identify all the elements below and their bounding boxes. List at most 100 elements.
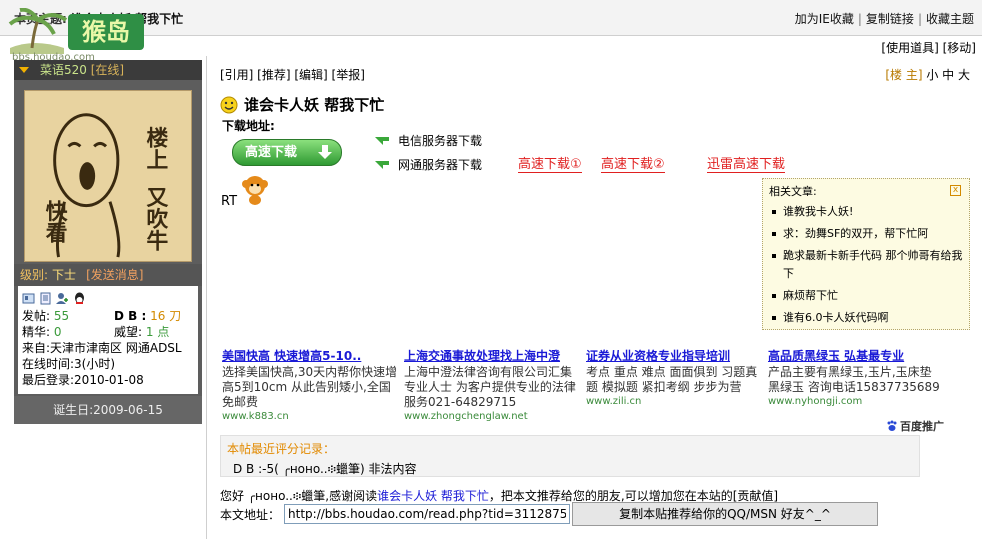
rating-record-box: 本帖最近评分记录： D B :-5( ╭нонo..፨蠟筆) 非法内容 (220, 435, 920, 477)
column-divider (206, 56, 207, 539)
download-label: 下载地址: (222, 119, 275, 133)
post-title: 谁会卡人妖 帮我下忙 (244, 96, 385, 114)
promo-suffix: ，把本文推荐给您的朋友,可以增加您在本站的[贡献值] (488, 489, 779, 503)
ad-title[interactable]: 上海交通事故处理找上海中澄 (404, 347, 580, 364)
avatar-text: 又吹牛 (143, 186, 168, 252)
font-size-links[interactable]: 小 中 大 (926, 68, 970, 82)
telecom-download-label: 电信服务器下载 (398, 134, 483, 148)
green-arrow-icon (375, 160, 389, 169)
copy-link[interactable]: 复制链接 (866, 12, 914, 26)
rank-bar: 级别: 下士 [发送消息] (14, 264, 202, 286)
ad-block[interactable]: 美国快高 快速增高5-10.. 选择美国快高,30天内帮你快速增高5到10cm … (222, 347, 398, 422)
db-value: 16 刀 (150, 309, 182, 323)
fast-download-2-link[interactable]: 高速下载② (601, 153, 665, 173)
elite-value: 0 (53, 325, 62, 339)
baidu-promotion[interactable]: 百度推广 (886, 418, 944, 434)
netcom-download-label: 网通服务器下载 (398, 158, 483, 172)
use-tool-link[interactable]: [使用道具] (881, 41, 938, 55)
rank-value: 下士 (52, 268, 77, 282)
rating-record: D B :-5( ╭нонo..፨蠟筆) 非法内容 (233, 462, 417, 476)
elite-row: 精华: 0 威望: 1 点 (22, 324, 194, 340)
post-actions[interactable]: [引用] [推荐] [编辑] [举报] (220, 66, 365, 83)
related-item[interactable]: 谁有6.0卡人妖代码啊 (769, 309, 963, 327)
avatar-text: 楼上 (143, 127, 168, 171)
prestige-value: 1 点 (145, 325, 170, 339)
floor-label: [楼 主] (885, 68, 923, 82)
prestige-label: 威望: (114, 325, 143, 339)
send-message-link[interactable]: [发送消息] (86, 268, 143, 282)
bookmark-topic-link[interactable]: 收藏主题 (926, 12, 974, 26)
separator: | (917, 12, 922, 26)
telecom-download-link[interactable]: 电信服务器下载 (374, 132, 482, 149)
ad-url[interactable]: www.nyhongji.com (768, 396, 940, 407)
related-item[interactable]: 求：劲舞SF的双开，帮下忙阿 (769, 225, 963, 243)
paw-icon (887, 420, 897, 431)
separator: | (857, 12, 862, 26)
share-url-label: 本文地址： (220, 507, 281, 522)
related-item[interactable]: 跪求最新卡新手代码 那个帅哥有给我下 (769, 247, 963, 283)
posts-label: 发帖: (22, 309, 51, 323)
smiley-icon (220, 96, 238, 114)
ad-title[interactable]: 高品质黑绿玉 弘基最专业 (768, 347, 940, 364)
brand-name: 猴岛 (68, 14, 144, 50)
profile-card-icon[interactable] (22, 292, 35, 305)
rating-label: 本帖最近评分记录： (227, 442, 336, 456)
dropdown-arrow-icon[interactable] (19, 67, 29, 73)
user-profile-panel: 菜语520 [在线] 楼上 又吹牛 快看 级别: 下士 [发送消息] 发帖: 55 D … (14, 60, 202, 424)
username[interactable]: 菜语520 (40, 63, 87, 77)
post-title-row: 谁会卡人妖 帮我下忙 (220, 94, 384, 115)
palm-tree-icon (8, 8, 68, 54)
ad-url[interactable]: www.k883.cn (222, 411, 398, 422)
qq-icon[interactable] (73, 292, 86, 305)
ad-block[interactable]: 高品质黑绿玉 弘基最专业 产品主要有黑绿玉,玉片,玉床垫 黑绿玉 咨询电话158… (768, 347, 940, 407)
netcom-download-link[interactable]: 网通服务器下载 (374, 156, 482, 173)
related-list: 谁教我卡人妖! 求：劲舞SF的双开，帮下忙阿 跪求最新卡新手代码 那个帅哥有给我… (769, 203, 963, 327)
floor-info: [楼 主] 小 中 大 (885, 66, 970, 83)
ad-title[interactable]: 美国快高 快速增高5-10.. (222, 347, 398, 364)
related-articles-box: 相关文章: x 谁教我卡人妖! 求：劲舞SF的双开，帮下忙阿 跪求最新卡新手代码… (762, 178, 970, 330)
post-body: RT (221, 194, 238, 209)
site-logo[interactable]: 猴岛 bbs.houdao.com (4, 2, 144, 63)
ad-body: 产品主要有黑绿玉,玉片,玉床垫 黑绿玉 咨询电话15837735689 (768, 365, 940, 394)
from-row: 来自:天津市津南区 网通ADSL (22, 341, 182, 355)
elite-label: 精华: (22, 325, 51, 339)
online-time-row: 在线时间:3(小时) (22, 357, 116, 371)
ad-block[interactable]: 上海交通事故处理找上海中澄 上海中澄法律咨询有限公司汇集专业人士 为客户提供专业… (404, 347, 580, 422)
ad-title[interactable]: 证券从业资格专业指导培训 (586, 347, 762, 364)
download-arrow-icon (318, 145, 332, 159)
share-url-input[interactable] (284, 504, 571, 524)
green-arrow-icon (375, 136, 389, 145)
ad-body: 选择美国快高,30天内帮你快速增高5到10cm 从此告别矮小,全国免邮费 (222, 365, 398, 409)
message-icon[interactable] (39, 292, 52, 305)
db-label: D B : (114, 309, 147, 323)
related-item[interactable]: 麻烦帮下忙 (769, 287, 963, 305)
move-link[interactable]: [移动] (943, 41, 976, 55)
copy-recommend-button[interactable]: 复制本贴推荐给你的QQ/MSN 好友^_^ (572, 502, 878, 526)
online-status: [在线] (90, 63, 125, 77)
avatar: 楼上 又吹牛 快看 (24, 90, 192, 262)
promo-title-link[interactable]: 谁会卡人妖 帮我下忙 (377, 489, 489, 503)
ad-block[interactable]: 证券从业资格专业指导培训 考点 重点 难点 面面俱到 习题真题 模拟题 紧扣考纲… (586, 347, 762, 407)
share-url-row: 本文地址： (220, 504, 571, 524)
related-item[interactable]: 谁教我卡人妖! (769, 203, 963, 221)
baidu-label: 百度推广 (900, 420, 944, 433)
ad-body: 上海中澄法律咨询有限公司汇集专业人士 为客户提供专业的法律服务021-64829… (404, 365, 576, 409)
close-icon[interactable]: x (950, 185, 961, 196)
fast-download-1-link[interactable]: 高速下载① (518, 153, 582, 173)
posts-row: 发帖: 55 D B : 16 刀 (22, 308, 194, 324)
ad-url[interactable]: www.zili.cn (586, 396, 762, 407)
ad-body: 考点 重点 难点 面面俱到 习题真题 模拟题 紧扣考纲 步步为营 (586, 365, 758, 394)
ad-url[interactable]: www.zhongchenglaw.net (404, 411, 580, 422)
fast-download-button[interactable]: 高速下载 (232, 139, 342, 166)
add-favorite-link[interactable]: 加为IE收藏 (795, 12, 854, 26)
user-info: 发帖: 55 D B : 16 刀 精华: 0 威望: 1 点 来自:天津市津南… (18, 286, 198, 394)
add-friend-icon[interactable] (56, 292, 69, 305)
related-heading: 相关文章: (769, 185, 817, 198)
profile-icons (22, 288, 194, 308)
birthday: 诞生日:2009-06-15 (14, 396, 202, 424)
thunder-download-link[interactable]: 迅雷高速下载 (707, 153, 786, 173)
tool-row: [使用道具] [移动] (881, 39, 976, 56)
promo-prefix: 您好 ╭нонo..፨蠟筆,感谢阅读 (220, 489, 378, 503)
monkey-mascot-icon (242, 176, 268, 205)
username-bar: 菜语520 [在线] (14, 60, 202, 80)
